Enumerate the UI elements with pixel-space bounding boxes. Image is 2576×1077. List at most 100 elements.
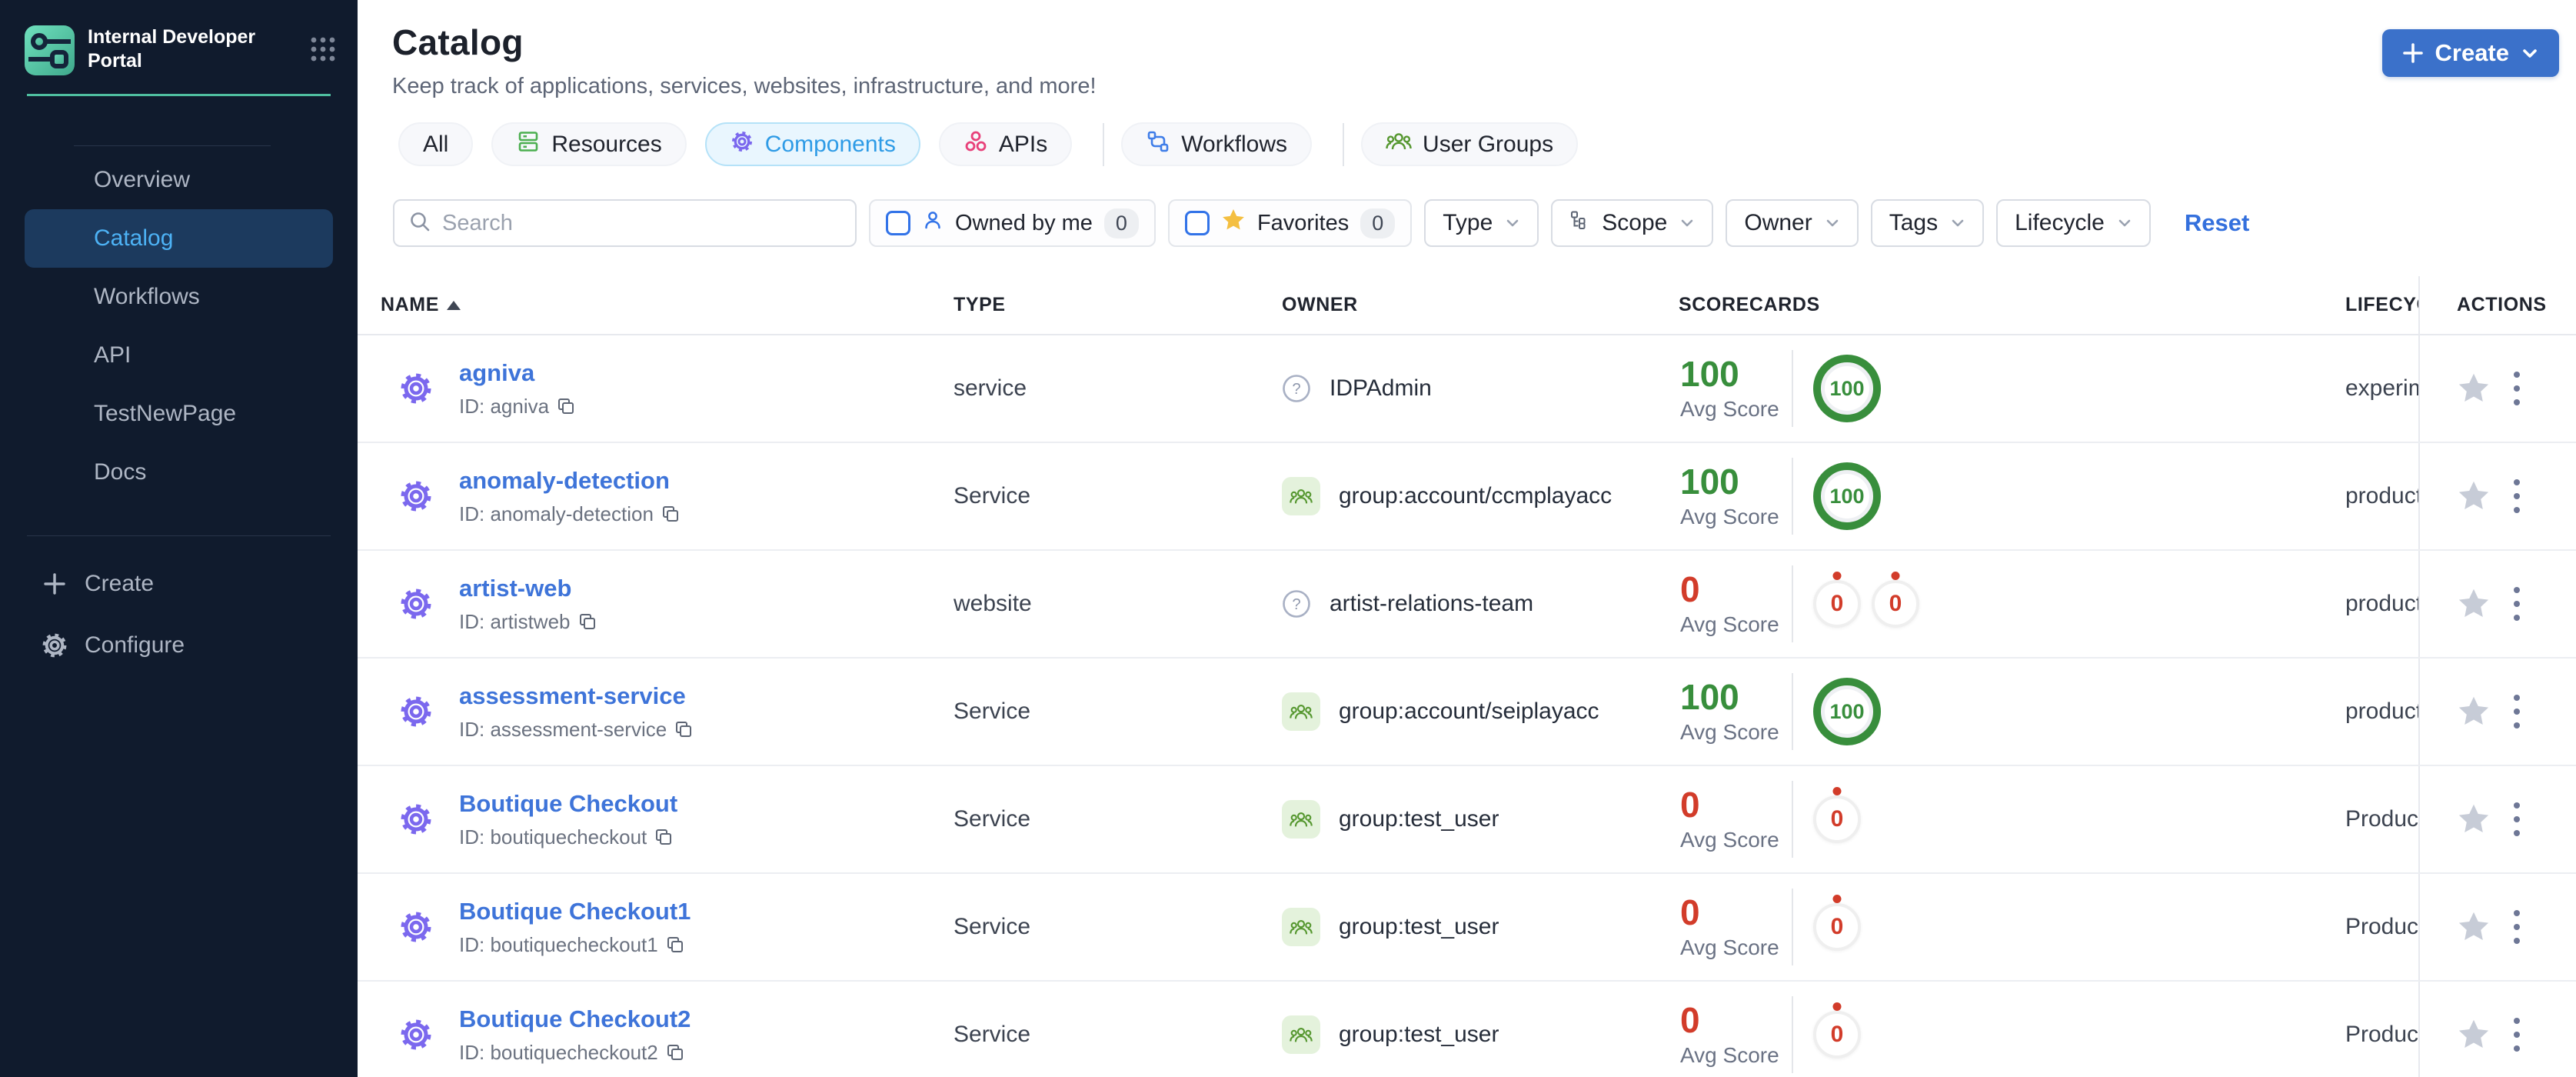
component-name-link[interactable]: Boutique Checkout [459,790,677,817]
sidebar-item-docs[interactable]: Docs [25,443,333,502]
lifecycle-value: production [2345,483,2418,508]
scorecards-cell: 100 Avg Score 100 [1679,458,2345,535]
avg-score-block: 100 Avg Score [1679,355,1792,422]
component-id: ID: boutiquecheckout1 [459,933,691,957]
kebab-menu-icon[interactable] [2509,1013,2524,1056]
favorite-star-icon[interactable] [2457,479,2491,513]
copy-icon[interactable] [661,505,680,523]
component-gear-icon [398,370,434,407]
component-gear-icon [398,909,434,945]
copy-icon[interactable] [557,397,575,415]
create-button[interactable]: Create [2381,29,2559,77]
owned-by-me-filter[interactable]: Owned by me 0 [869,199,1156,247]
scope-tree-icon [1569,210,1589,236]
lifecycle-dropdown-label: Lifecycle [2015,210,2105,235]
tab-components[interactable]: Components [704,122,920,166]
avg-score-block: 100 Avg Score [1679,679,1792,745]
copy-icon[interactable] [666,1043,684,1062]
kebab-menu-icon[interactable] [2509,905,2524,949]
name-cell: artist-web ID: artistweb [358,575,954,634]
owned-by-me-checkbox[interactable] [886,211,910,235]
scope-dropdown[interactable]: Scope [1551,199,1714,247]
owner-dropdown[interactable]: Owner [1726,199,1859,247]
tab-user-groups[interactable]: User Groups [1361,122,1579,166]
actions-cell [2418,335,2576,442]
component-name-link[interactable]: artist-web [459,575,571,602]
kebab-menu-icon[interactable] [2509,475,2524,518]
lifecycle-value: Production [2345,806,2418,832]
favorite-star-icon[interactable] [2457,372,2491,405]
copy-icon[interactable] [674,720,693,739]
svg-text:?: ? [1292,596,1300,613]
favorite-star-icon[interactable] [2457,802,2491,836]
chevron-down-icon [1506,219,1519,227]
sidebar-item-testnewpage[interactable]: TestNewPage [25,385,333,443]
sidebar-item-api[interactable]: API [25,326,333,385]
favorites-checkbox[interactable] [1184,211,1210,235]
copy-icon[interactable] [578,612,597,631]
avg-score-label: Avg Score [1680,397,1779,421]
sidebar-item-catalog[interactable]: Catalog [25,209,333,268]
apps-grid-icon[interactable] [310,36,336,66]
component-name-link[interactable]: anomaly-detection [459,467,670,494]
type-cell: website [954,591,1282,617]
owner-cell: ? group:test_user [1282,908,1679,946]
question-circle-icon: ? [1282,589,1311,619]
component-id: ID: boutiquecheckout2 [459,1041,691,1065]
scorecard-badge: 0 [1813,1011,1861,1059]
component-name-link[interactable]: assessment-service [459,682,686,709]
component-name-link[interactable]: agniva [459,359,534,386]
plus-icon [40,572,69,596]
table-row: agniva ID: agniva service ? IDPAdmin 100… [358,335,2576,443]
kebab-menu-icon[interactable] [2509,367,2524,410]
search-icon [408,210,431,237]
lifecycle-cell: production [2345,591,2418,617]
tab-apis[interactable]: APIs [938,122,1073,166]
tab-apis-label: APIs [998,131,1048,157]
tags-dropdown[interactable]: Tags [1870,199,1985,247]
component-gear-icon [398,693,434,730]
scorecard-badge: 0 [1813,795,1861,843]
sidebar-create-button[interactable]: Create [0,553,358,615]
kebab-menu-icon[interactable] [2509,582,2524,625]
table-row: artist-web ID: artistweb website ? artis… [358,551,2576,659]
component-name-link[interactable]: Boutique Checkout1 [459,898,691,925]
favorite-star-icon[interactable] [2457,910,2491,944]
component-gear-icon [398,801,434,838]
sidebar-configure-button[interactable]: Configure [0,615,358,676]
main-content: Catalog Keep track of applications, serv… [358,0,2576,1077]
actions-cell [2418,443,2576,549]
lifecycle-value: Production [2345,1022,2418,1047]
name-cell: agniva ID: agniva [358,359,954,418]
tab-all[interactable]: All [398,122,474,166]
avg-score-value: 100 [1680,677,1739,717]
reset-filters-link[interactable]: Reset [2185,209,2249,237]
group-icon [1282,692,1320,731]
favorite-star-icon[interactable] [2457,695,2491,729]
favorites-filter[interactable]: Favorites 0 [1167,199,1413,247]
sidebar-item-overview[interactable]: Overview [25,151,333,209]
component-name-link[interactable]: Boutique Checkout2 [459,1005,691,1032]
kebab-menu-icon[interactable] [2509,798,2524,841]
sidebar-item-workflows[interactable]: Workflows [25,268,333,326]
copy-icon[interactable] [666,935,684,954]
favorites-count: 0 [1360,208,1396,238]
type-dropdown[interactable]: Type [1424,199,1539,247]
group-icon [1282,908,1320,946]
column-header-name[interactable]: NAME [358,294,954,316]
tab-resources[interactable]: Resources [491,122,687,166]
owner-cell: ? group:test_user [1282,1015,1679,1054]
search-input[interactable] [442,210,841,236]
app-root: Internal Developer Portal Overview Catal… [0,0,2576,1077]
avg-score-value: 0 [1680,569,1700,609]
tab-workflows[interactable]: Workflows [1121,122,1313,166]
actions-cell [2418,551,2576,657]
copy-icon[interactable] [654,828,673,846]
lifecycle-dropdown[interactable]: Lifecycle [1996,199,2151,247]
kebab-menu-icon[interactable] [2509,690,2524,733]
favorite-star-icon[interactable] [2457,587,2491,621]
scorecards-divider [1792,565,1793,642]
scorecard-badges: 100 [1813,462,1881,530]
avg-score-value: 0 [1680,892,1700,932]
favorite-star-icon[interactable] [2457,1018,2491,1052]
